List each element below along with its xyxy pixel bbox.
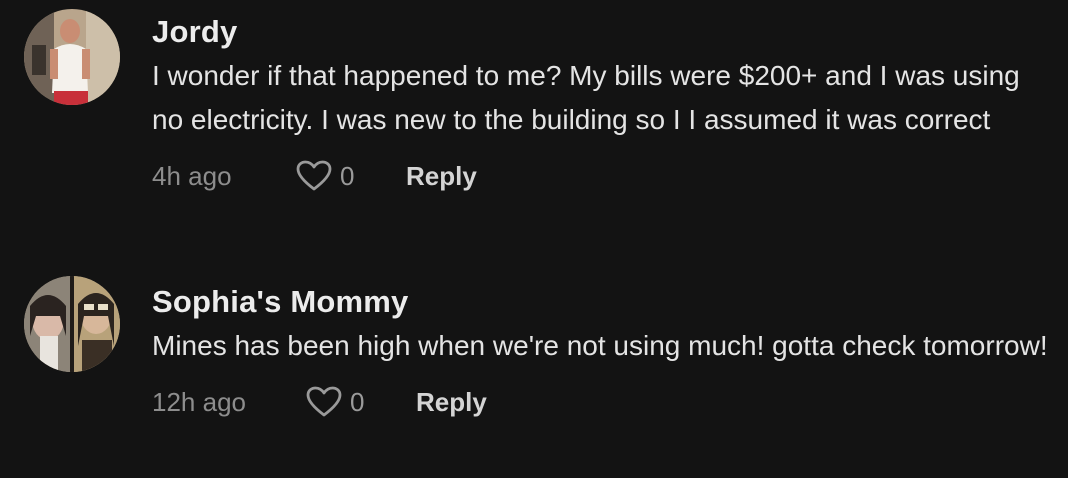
avatar-photo-icon: [24, 9, 120, 105]
like-button[interactable]: 0: [296, 158, 354, 194]
timestamp: 12h ago: [152, 387, 246, 417]
reply-button[interactable]: Reply: [406, 158, 477, 194]
like-button[interactable]: 0: [306, 384, 364, 420]
comment-meta: 4h ago 0 Reply: [152, 158, 1056, 194]
comment-text: I wonder if that happened to me? My bill…: [152, 60, 1020, 135]
avatar-photo-icon: [24, 276, 120, 372]
username[interactable]: Sophia's Mommy: [152, 282, 1056, 322]
avatar[interactable]: [24, 276, 120, 372]
timestamp: 4h ago: [152, 161, 232, 191]
username[interactable]: Jordy: [152, 12, 1056, 52]
comment-text: Mines has been high when we're not using…: [152, 330, 1048, 361]
comment-meta: 12h ago 0 Reply: [152, 384, 1056, 420]
reply-button[interactable]: Reply: [416, 384, 487, 420]
avatar[interactable]: [24, 9, 120, 105]
like-count: 0: [340, 161, 355, 191]
heart-icon: [306, 386, 342, 417]
like-count: 0: [350, 387, 365, 417]
heart-icon: [296, 160, 332, 191]
